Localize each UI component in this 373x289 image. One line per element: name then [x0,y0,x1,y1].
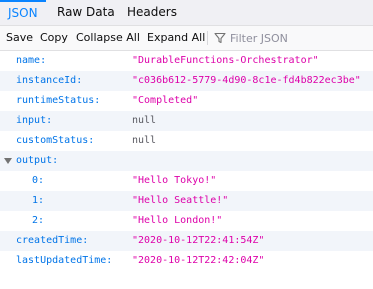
collapse-all-button[interactable]: Collapse All [76,26,140,50]
tree-row-input[interactable]: input: null [0,111,373,131]
tree-row-createdtime[interactable]: createdTime: "2020-10-12T22:41:54Z" [0,231,373,251]
tree-key: 2: [32,215,45,226]
tab-headers[interactable]: Headers [119,0,185,25]
tree-value: "Completed" [132,95,199,106]
tree-key: input: [16,115,53,126]
json-toolbar: Save Copy Collapse All Expand All [0,25,373,51]
tree-value: "DurableFunctions-Orchestrator" [132,55,319,66]
tree-value: "Hello London!" [132,215,223,226]
tree-key: instanceId: [16,75,83,86]
tree-value: "Hello Tokyo!" [132,175,217,186]
tree-value: "2020-10-12T22:42:04Z" [132,255,265,266]
tree-row-output-0[interactable]: 0: "Hello Tokyo!" [0,171,373,191]
tree-key: name: [16,55,47,66]
tree-key: 0: [32,175,45,186]
tree-row-lastupdatedtime[interactable]: lastUpdatedTime: "2020-10-12T22:42:04Z" [0,251,373,271]
tree-row-output-2[interactable]: 2: "Hello London!" [0,211,373,231]
filter-json-input[interactable] [230,29,366,47]
json-tree: name: "DurableFunctions-Orchestrator" in… [0,51,373,271]
tree-key: lastUpdatedTime: [16,255,113,266]
tree-row-output[interactable]: output: [0,151,373,171]
tree-key: runtimeStatus: [16,95,101,106]
copy-button[interactable]: Copy [40,26,68,50]
tree-value: "c036b612-5779-4d90-8c1e-fd4b822ec3be" [132,75,361,86]
toolbar-divider [207,31,208,45]
tree-row-name[interactable]: name: "DurableFunctions-Orchestrator" [0,51,373,71]
tree-key: createdTime: [16,235,89,246]
tree-value: "Hello Seattle!" [132,195,229,206]
tree-row-output-1[interactable]: 1: "Hello Seattle!" [0,191,373,211]
tree-row-customstatus[interactable]: customStatus: null [0,131,373,151]
filter-icon [214,32,226,44]
tree-key: customStatus: [16,135,95,146]
save-button[interactable]: Save [6,26,33,50]
tree-value: "2020-10-12T22:41:54Z" [132,235,265,246]
expand-all-button[interactable]: Expand All [147,26,205,50]
tab-json[interactable]: JSON [0,0,46,25]
tree-key: 1: [32,195,45,206]
tree-key: output: [16,155,59,166]
viewer-tab-bar: JSON Raw Data Headers [0,0,373,25]
tree-row-runtimestatus[interactable]: runtimeStatus: "Completed" [0,91,373,111]
tree-value: null [132,115,157,126]
tree-row-instanceid[interactable]: instanceId: "c036b612-5779-4d90-8c1e-fd4… [0,71,373,91]
tree-value: null [132,135,157,146]
tab-raw-data[interactable]: Raw Data [49,0,123,25]
expand-toggle-icon[interactable] [4,158,12,164]
